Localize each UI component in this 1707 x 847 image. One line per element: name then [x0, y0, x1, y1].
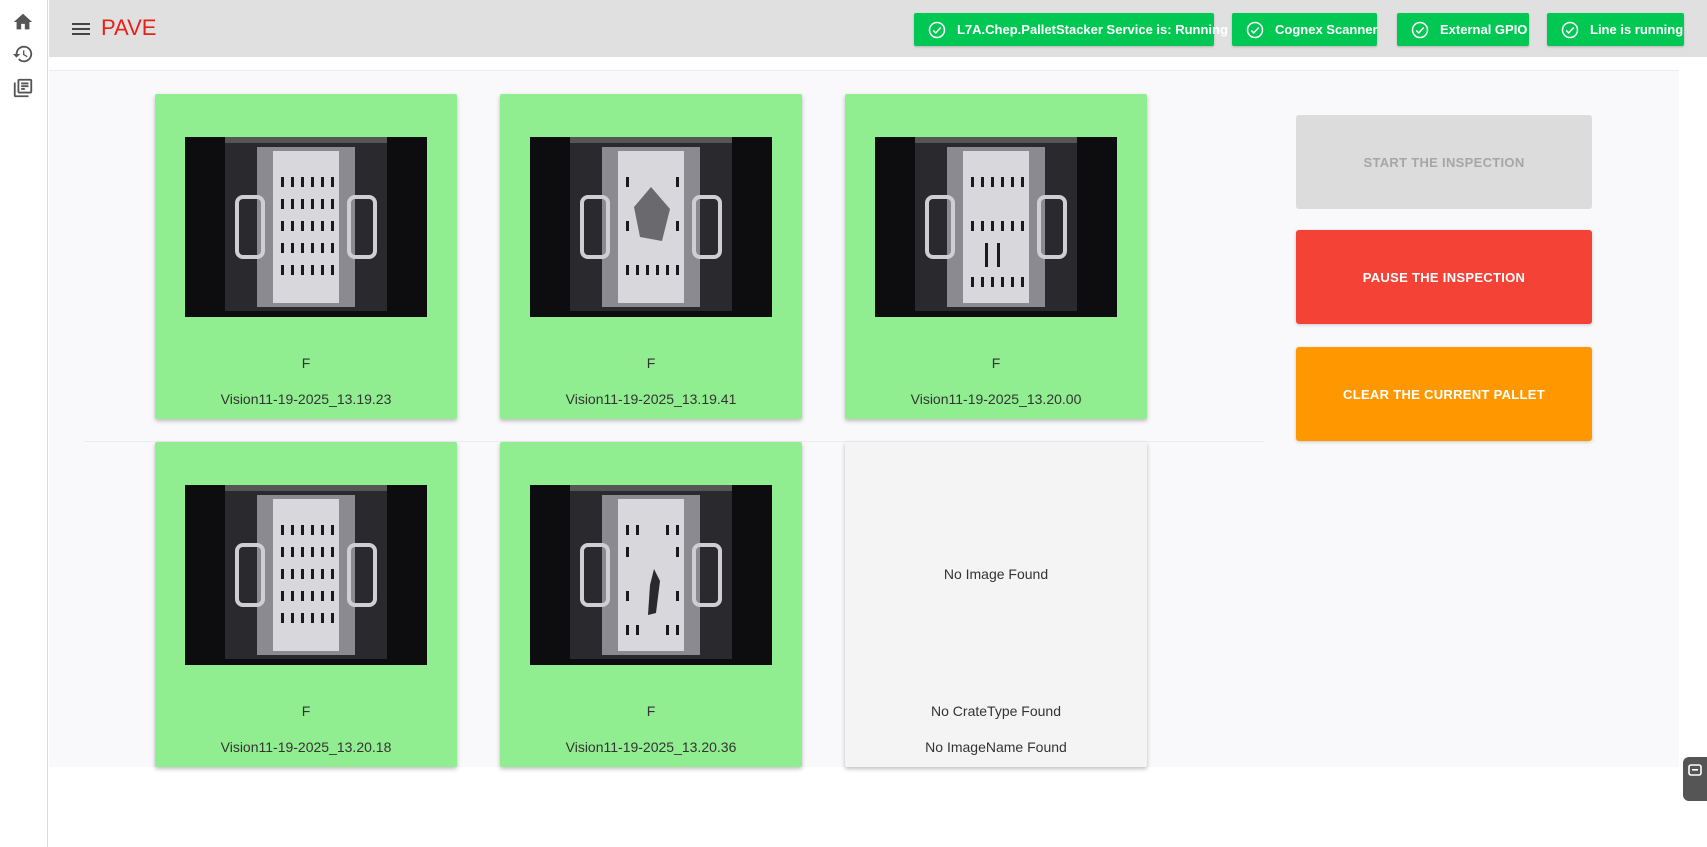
inspection-card[interactable]: F Vision11-19-2025_13.20.18 [155, 442, 457, 767]
status-badge-gpio: External GPIO [1397, 13, 1529, 46]
status-badge-service: L7A.Chep.PalletStacker Service is: Runni… [914, 13, 1228, 46]
start-inspection-button[interactable]: START THE INSPECTION [1296, 115, 1592, 209]
chat-icon [1688, 764, 1702, 776]
crate-image [185, 485, 427, 665]
divider [49, 70, 1679, 71]
check-circle-icon [1245, 20, 1265, 40]
crate-type: F [301, 703, 311, 719]
crate-image [185, 137, 427, 317]
inspection-card[interactable]: F Vision11-19-2025_13.19.23 [155, 94, 457, 419]
status-badge-label: External GPIO [1440, 22, 1528, 37]
status-badge-label: L7A.Chep.PalletStacker Service is: Runni… [957, 22, 1228, 37]
image-name: Vision11-19-2025_13.20.18 [220, 739, 392, 755]
history-icon [12, 45, 33, 63]
crate-type: F [646, 703, 656, 719]
clear-pallet-button[interactable]: CLEAR THE CURRENT PALLET [1296, 347, 1592, 441]
image-name: Vision11-19-2025_13.19.23 [220, 391, 392, 407]
inspection-card[interactable]: F Vision11-19-2025_13.20.00 [845, 94, 1147, 419]
library-button[interactable] [10, 75, 36, 101]
hamburger-menu-icon [72, 23, 90, 35]
status-badge-line: Line is running [1547, 13, 1684, 46]
crate-type: F [646, 355, 656, 371]
home-icon [13, 13, 33, 30]
nav-rail [0, 0, 48, 847]
check-circle-icon [1560, 20, 1580, 40]
history-button[interactable] [10, 41, 36, 67]
library-icon [13, 78, 33, 98]
menu-button[interactable] [69, 17, 93, 41]
crate-type: F [301, 355, 311, 371]
home-button[interactable] [10, 9, 36, 35]
check-circle-icon [1410, 20, 1430, 40]
inspection-card[interactable]: F Vision11-19-2025_13.19.41 [500, 94, 802, 419]
image-name: Vision11-19-2025_13.20.00 [910, 391, 1082, 407]
image-name: Vision11-19-2025_13.19.41 [565, 391, 737, 407]
check-circle-icon [927, 20, 947, 40]
no-image-text: No Image Found [943, 566, 1049, 582]
crate-image [530, 485, 772, 665]
crate-type: No CrateType Found [931, 703, 1061, 719]
status-badge-label: Line is running [1590, 22, 1684, 37]
crate-type: F [991, 355, 1001, 371]
app-title: PAVE [101, 15, 157, 40]
inspection-card[interactable]: F Vision11-19-2025_13.20.36 [500, 442, 802, 767]
crate-image [530, 137, 772, 317]
status-badge-label: Cognex Scanner [1275, 22, 1378, 37]
side-panel-tab[interactable] [1683, 757, 1707, 801]
crate-image [875, 137, 1117, 317]
status-badge-scanner: Cognex Scanner [1232, 13, 1378, 46]
image-name: Vision11-19-2025_13.20.36 [565, 739, 737, 755]
inspection-card-empty[interactable]: No Image Found No CrateType Found No Ima… [845, 442, 1147, 767]
image-name: No ImageName Found [925, 739, 1067, 755]
pause-inspection-button[interactable]: PAUSE THE INSPECTION [1296, 230, 1592, 324]
